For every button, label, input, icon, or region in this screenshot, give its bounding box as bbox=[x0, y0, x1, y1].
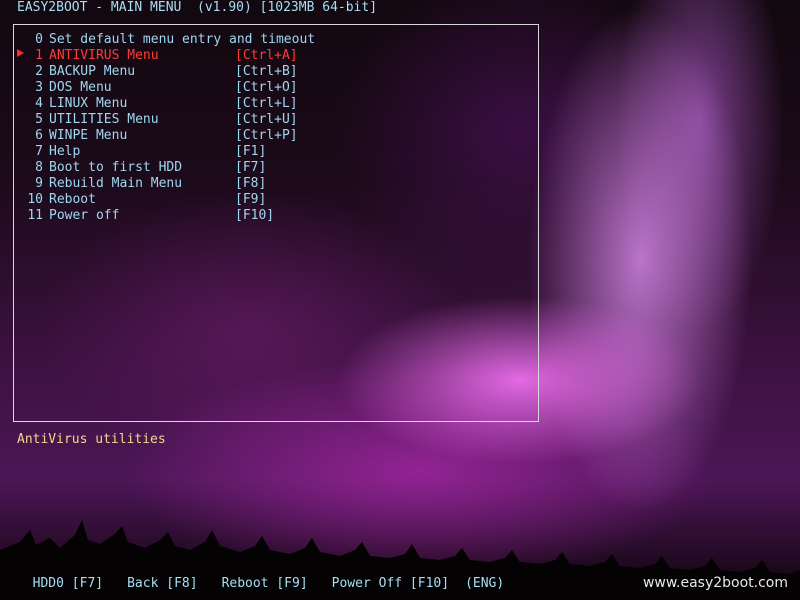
menu-item-number: 7 bbox=[35, 144, 43, 159]
menu-item[interactable]: 10 Reboot [F9] bbox=[14, 192, 534, 208]
menu-item-label: ANTIVIRUS Menu bbox=[49, 48, 159, 63]
menu-item-label: LINUX Menu bbox=[49, 96, 128, 111]
menu-item-number: 0 bbox=[35, 32, 43, 47]
menu-item-number: 8 bbox=[35, 160, 43, 175]
menu-item-number: 3 bbox=[35, 80, 43, 95]
menu-item[interactable]: 5 UTILITIES Menu [Ctrl+U] bbox=[14, 112, 534, 128]
menu-item-number: 6 bbox=[35, 128, 43, 143]
menu-item-hotkey: [Ctrl+P] bbox=[235, 128, 298, 143]
back-shortcut[interactable]: Back [F8] bbox=[127, 576, 197, 592]
menu-item[interactable]: 6 WINPE Menu [Ctrl+P] bbox=[14, 128, 534, 144]
menu-item[interactable]: 9 Rebuild Main Menu [F8] bbox=[14, 176, 534, 192]
menu-item-label: WINPE Menu bbox=[49, 128, 128, 143]
menu-item-number: 2 bbox=[35, 64, 43, 79]
menu-item-label: Set default menu entry and timeout bbox=[49, 32, 316, 47]
menu-item-number: 11 bbox=[27, 208, 43, 223]
menu-item[interactable]: 8 Boot to first HDD [F7] bbox=[14, 160, 534, 176]
menu-item-label: BACKUP Menu bbox=[49, 64, 136, 79]
menu-item-hotkey: [F1] bbox=[235, 144, 267, 159]
menu-item-hotkey: [Ctrl+L] bbox=[235, 96, 298, 111]
menu-item-hotkey: [Ctrl+B] bbox=[235, 64, 298, 79]
menu-item-hotkey: [Ctrl+O] bbox=[235, 80, 298, 95]
menu-item-label: Reboot bbox=[49, 192, 96, 207]
menu-item-hotkey: [F10] bbox=[235, 208, 275, 223]
menu-item-label: Power off bbox=[49, 208, 120, 223]
menu-item[interactable]: 3 DOS Menu [Ctrl+O] bbox=[14, 80, 534, 96]
triangle-right-icon bbox=[17, 49, 24, 57]
power-off-shortcut[interactable]: Power Off [F10] bbox=[332, 576, 449, 592]
menu-item[interactable]: 0 Set default menu entry and timeout bbox=[14, 32, 534, 48]
menu-item-hotkey: [F9] bbox=[235, 192, 267, 207]
menu-item[interactable]: 4 LINUX Menu [Ctrl+L] bbox=[14, 96, 534, 112]
menu-item-label: Rebuild Main Menu bbox=[49, 176, 183, 191]
menu-item[interactable]: 1 ANTIVIRUS Menu [Ctrl+A] bbox=[14, 48, 534, 64]
status-bar: HDD0 [F7] Back [F8] Reboot [F9] Power Off [… bbox=[17, 560, 505, 592]
website-watermark: www.easy2boot.com bbox=[642, 575, 788, 591]
menu-item-label: Boot to first HDD bbox=[49, 160, 183, 175]
menu-frame: 0 Set default menu entry and timeout 1 ANTI… bbox=[13, 24, 539, 422]
window-title: EASY2BOOT - MAIN MENU (v1.90) [1023MB 64… bbox=[17, 0, 378, 15]
menu-item-label: DOS Menu bbox=[49, 80, 112, 95]
help-text: AntiVirus utilities bbox=[17, 432, 166, 447]
menu-item-number: 10 bbox=[27, 192, 43, 207]
menu-item[interactable]: 7 Help [F1] bbox=[14, 144, 534, 160]
menu-item-number: 9 bbox=[35, 176, 43, 191]
menu-item[interactable]: 2 BACKUP Menu [Ctrl+B] bbox=[14, 64, 534, 80]
menu-item-hotkey: [Ctrl+A] bbox=[235, 48, 298, 63]
menu-item-hotkey: [F7] bbox=[235, 160, 267, 175]
menu-item-hotkey: [Ctrl+U] bbox=[235, 112, 298, 127]
hdd-boot-shortcut[interactable]: HDD0 [F7] bbox=[33, 576, 103, 592]
menu-item-label: Help bbox=[49, 144, 81, 159]
language-indicator: (ENG) bbox=[465, 576, 505, 591]
menu-item-hotkey: [F8] bbox=[235, 176, 267, 191]
menu-item-number: 5 bbox=[35, 112, 43, 127]
reboot-shortcut[interactable]: Reboot [F9] bbox=[222, 576, 308, 592]
menu-item-label: UTILITIES Menu bbox=[49, 112, 159, 127]
menu-item[interactable]: 11 Power off [F10] bbox=[14, 208, 534, 224]
menu-item-number: 4 bbox=[35, 96, 43, 111]
